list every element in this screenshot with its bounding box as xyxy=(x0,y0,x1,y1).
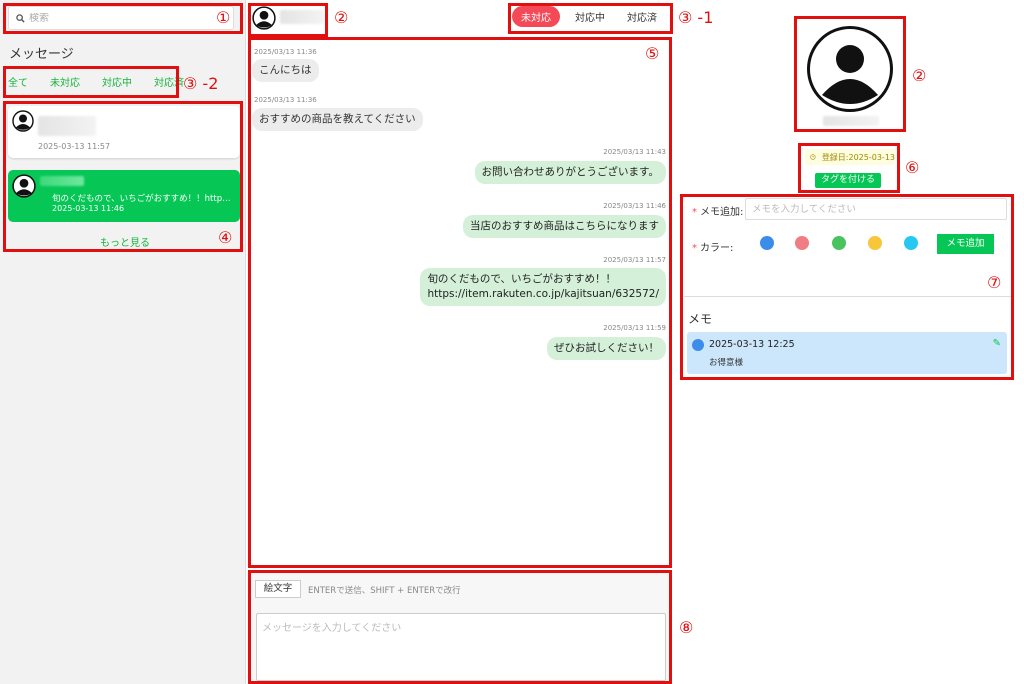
message-bubble-outgoing: 旬のくだもので、いちごがおすすめ！！ https://item.rakuten.… xyxy=(420,268,666,306)
left-sidebar: メッセージ 全て 未対応 対応中 対応済 2025-03-13 11:57 旬の… xyxy=(0,0,246,684)
message-time: 2025/03/13 11:36 xyxy=(254,48,317,56)
clock-icon xyxy=(810,154,816,160)
tab-all[interactable]: 全て xyxy=(8,74,28,97)
annotation-number: ⑤ xyxy=(645,44,660,63)
conversation-item-selected[interactable]: 旬のくだもので、いちごがおすすめ！！https://item.rakuten.c… xyxy=(8,170,240,222)
conversation-time: 2025-03-13 11:57 xyxy=(38,142,111,151)
message-time: 2025/03/13 11:59 xyxy=(603,324,666,332)
registered-date-badge: 登録日:2025-03-13 xyxy=(805,149,895,165)
avatar-icon xyxy=(12,174,36,198)
contact-name-blurred xyxy=(38,116,96,136)
memo-heading: メモ xyxy=(688,312,713,326)
memo-add-label: * メモ追加: xyxy=(692,207,744,218)
emoji-button[interactable]: 絵文字 xyxy=(255,580,301,598)
annotation-number: ③ -1 xyxy=(678,8,714,27)
avatar-icon xyxy=(252,6,276,30)
load-more-link[interactable]: もっと見る xyxy=(100,234,150,249)
conversation-item[interactable]: 2025-03-13 11:57 xyxy=(8,106,240,158)
annotation-number: ⑧ xyxy=(679,618,694,637)
message-time: 2025/03/13 11:43 xyxy=(603,148,666,156)
memo-text: お得意様 xyxy=(709,358,744,368)
annotation-number: ⑥ xyxy=(905,158,920,177)
annotation-number: ③ -2 xyxy=(183,74,219,93)
message-link[interactable]: https://item.rakuten.co.jp/kajitsuan/632… xyxy=(427,287,659,302)
status-tabs: 未対応 対応中 対応済 xyxy=(512,6,668,27)
search-icon xyxy=(16,13,25,23)
message-input[interactable] xyxy=(256,613,666,681)
message-time: 2025/03/13 11:36 xyxy=(254,96,317,104)
message-composer: 絵文字 ENTERで送信、SHIFT + ENTERで改行 xyxy=(250,572,672,684)
annotation-number: ⑦ xyxy=(987,273,1002,292)
color-swatch[interactable] xyxy=(832,236,846,250)
tab-unhandled[interactable]: 未対応 xyxy=(50,74,80,97)
message-line: 旬のくだもので、いちごがおすすめ！！ xyxy=(427,273,617,285)
message-time: 2025/03/13 11:46 xyxy=(603,202,666,210)
conversation-preview: 旬のくだもので、いちごがおすすめ！！https://item.rakuten.c… xyxy=(52,194,234,204)
profile-avatar xyxy=(807,26,893,112)
message-bubble-incoming: こんにちは xyxy=(252,59,319,82)
contact-name-blurred xyxy=(40,176,84,186)
conversation-time: 2025-03-13 11:46 xyxy=(52,204,125,213)
memo-date: 2025-03-13 12:25 xyxy=(709,339,795,350)
messages-title: メッセージ xyxy=(9,47,74,62)
avatar-icon xyxy=(12,110,34,132)
memo-item: 2025-03-13 12:25 お得意様 ✎ xyxy=(687,332,1007,374)
color-label: * カラー: xyxy=(692,243,734,254)
contact-name-blurred xyxy=(280,10,324,24)
search-box[interactable] xyxy=(8,6,234,30)
annotation-number: ② xyxy=(912,66,927,85)
annotation-number: ① xyxy=(216,8,231,27)
composer-hint: ENTERで送信、SHIFT + ENTERで改行 xyxy=(308,586,461,596)
chat-area: 2025/03/13 11:36 こんにちは 2025/03/13 11:36 … xyxy=(250,38,672,568)
annotation-number: ② xyxy=(334,8,349,27)
annotation-number: ④ xyxy=(218,228,233,247)
status-tab-unhandled[interactable]: 未対応 xyxy=(512,6,560,27)
registered-date: 登録日:2025-03-13 xyxy=(821,152,895,162)
color-swatch[interactable] xyxy=(795,236,809,250)
message-bubble-outgoing: 当店のおすすめ商品はこちらになります xyxy=(463,215,666,238)
message-bubble-outgoing: ぜひお試しください！ xyxy=(547,337,666,360)
memo-input[interactable] xyxy=(745,198,1007,220)
status-tab-in-progress[interactable]: 対応中 xyxy=(564,6,616,27)
tab-in-progress[interactable]: 対応中 xyxy=(102,74,132,97)
message-bubble-outgoing: お問い合わせありがとうございます。 xyxy=(474,161,666,184)
tab-done[interactable]: 対応済 xyxy=(154,74,184,97)
color-swatch[interactable] xyxy=(868,236,882,250)
message-bubble-incoming: おすすめの商品を教えてください xyxy=(252,108,423,131)
edit-icon[interactable]: ✎ xyxy=(993,338,1001,349)
search-input[interactable] xyxy=(29,12,209,24)
add-tag-button[interactable]: タグを付ける xyxy=(815,173,881,188)
profile-name-blurred xyxy=(823,116,879,126)
memo-add-button[interactable]: メモ追加 xyxy=(937,234,994,254)
filter-tabs: 全て 未対応 対応中 対応済 xyxy=(8,74,206,97)
color-swatch[interactable] xyxy=(904,236,918,250)
color-swatch[interactable] xyxy=(760,236,774,250)
user-icon xyxy=(822,45,878,104)
memo-color-dot xyxy=(692,339,704,351)
divider xyxy=(684,296,1014,297)
message-time: 2025/03/13 11:57 xyxy=(603,256,666,264)
status-tab-done[interactable]: 対応済 xyxy=(616,6,668,27)
